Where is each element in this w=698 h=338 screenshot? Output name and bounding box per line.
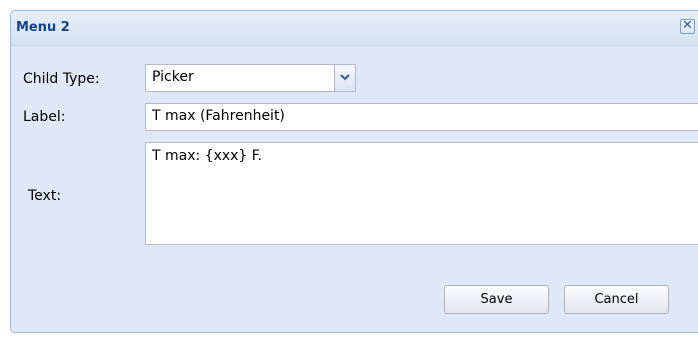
child-type-value: Picker <box>152 69 194 85</box>
close-icon[interactable]: ✕ <box>680 19 695 34</box>
child-type-select[interactable]: Picker <box>145 64 356 92</box>
text-textarea[interactable]: T max: {xxx} F. <box>145 142 698 245</box>
chevron-down-icon[interactable] <box>334 65 355 91</box>
label-field-label: Label: <box>23 109 66 125</box>
child-type-label: Child Type: <box>23 71 100 87</box>
save-button[interactable]: Save <box>444 285 549 314</box>
text-field-label: Text: <box>28 188 62 204</box>
dialog-title: Menu 2 <box>16 20 70 35</box>
label-input[interactable]: T max (Fahrenheit) <box>145 103 698 131</box>
dialog-titlebar[interactable]: Menu 2 ✕ <box>11 11 698 46</box>
cancel-button[interactable]: Cancel <box>564 285 669 314</box>
menu-dialog: Menu 2 ✕ Child Type: Picker Label: T max… <box>10 10 698 333</box>
